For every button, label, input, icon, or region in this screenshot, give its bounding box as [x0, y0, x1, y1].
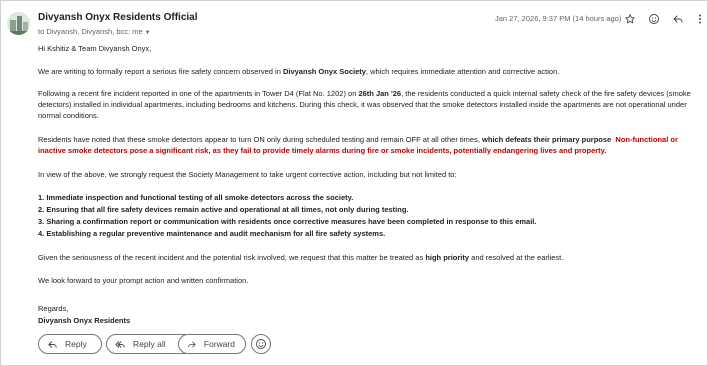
- intro-text-end: , which requires immediate attention and…: [365, 67, 560, 76]
- priority-text: Given the seriousness of the recent inci…: [38, 253, 426, 262]
- regards: Regards,: [38, 304, 69, 313]
- recipients-text: to Divyansh, Divyansh, bcc: me: [38, 27, 143, 36]
- recipients-line[interactable]: to Divyansh, Divyansh, bcc: me ▼: [38, 27, 151, 36]
- paragraph-risk: Residents have noted that these smoke de…: [38, 134, 706, 156]
- incident-date: 26th Jan '26: [358, 89, 402, 98]
- star-icon[interactable]: [622, 11, 637, 26]
- risk-text: Residents have noted that these smoke de…: [38, 135, 482, 144]
- incident-text: Following a recent fire incident reporte…: [38, 89, 359, 98]
- reply-icon: [48, 340, 57, 348]
- emoji-icon[interactable]: [646, 11, 661, 26]
- list-item: 3. Sharing a confirmation report or comm…: [38, 217, 537, 226]
- reply-all-icon: [115, 340, 125, 348]
- signature: Divyansh Onyx Residents: [38, 316, 131, 325]
- sender-avatar[interactable]: [7, 12, 30, 35]
- reply-all-label: Reply all: [133, 339, 166, 349]
- priority-text-end: and resolved at the earliest.: [469, 253, 564, 262]
- reply-button[interactable]: Reply: [38, 334, 102, 354]
- priority-label: high priority: [425, 253, 470, 262]
- list-item: 1. Immediate inspection and functional t…: [38, 193, 354, 202]
- email-date: Jan 27, 2026, 9:37 PM (14 hours ago): [495, 14, 622, 23]
- risk-purpose: which defeats their primary purpose: [482, 135, 612, 144]
- forward-label: Forward: [203, 339, 235, 349]
- sender-name[interactable]: Divyansh Onyx Residents Official: [38, 12, 198, 23]
- list-item: 2. Ensuring that all fire safety devices…: [38, 205, 409, 214]
- society-name: Divyansh Onyx Society: [282, 67, 366, 76]
- forward-button[interactable]: Forward: [178, 334, 246, 354]
- paragraph-intro: We are writing to formally report a seri…: [38, 66, 706, 77]
- paragraph-incident: Following a recent fire incident reporte…: [38, 88, 706, 121]
- reply-icon[interactable]: [670, 11, 685, 26]
- reply-label: Reply: [65, 339, 87, 349]
- more-vert-icon[interactable]: [692, 11, 707, 26]
- forward-icon: [188, 341, 196, 347]
- recipients-dropdown-icon[interactable]: ▼: [145, 30, 151, 36]
- add-reaction-button[interactable]: [251, 334, 271, 354]
- email-view: Divyansh Onyx Residents Official to Divy…: [0, 0, 708, 366]
- list-item: 4. Establishing a regular preventive mai…: [38, 229, 386, 238]
- paragraph-request: In view of the above, we strongly reques…: [38, 170, 457, 179]
- intro-text: We are writing to formally report a seri…: [38, 67, 283, 76]
- paragraph-closing: We look forward to your prompt action an…: [38, 276, 249, 285]
- emoji-icon: [256, 339, 266, 349]
- greeting: Hi Kshitiz & Team Divyansh Onyx,: [38, 44, 152, 53]
- paragraph-priority: Given the seriousness of the recent inci…: [38, 252, 706, 263]
